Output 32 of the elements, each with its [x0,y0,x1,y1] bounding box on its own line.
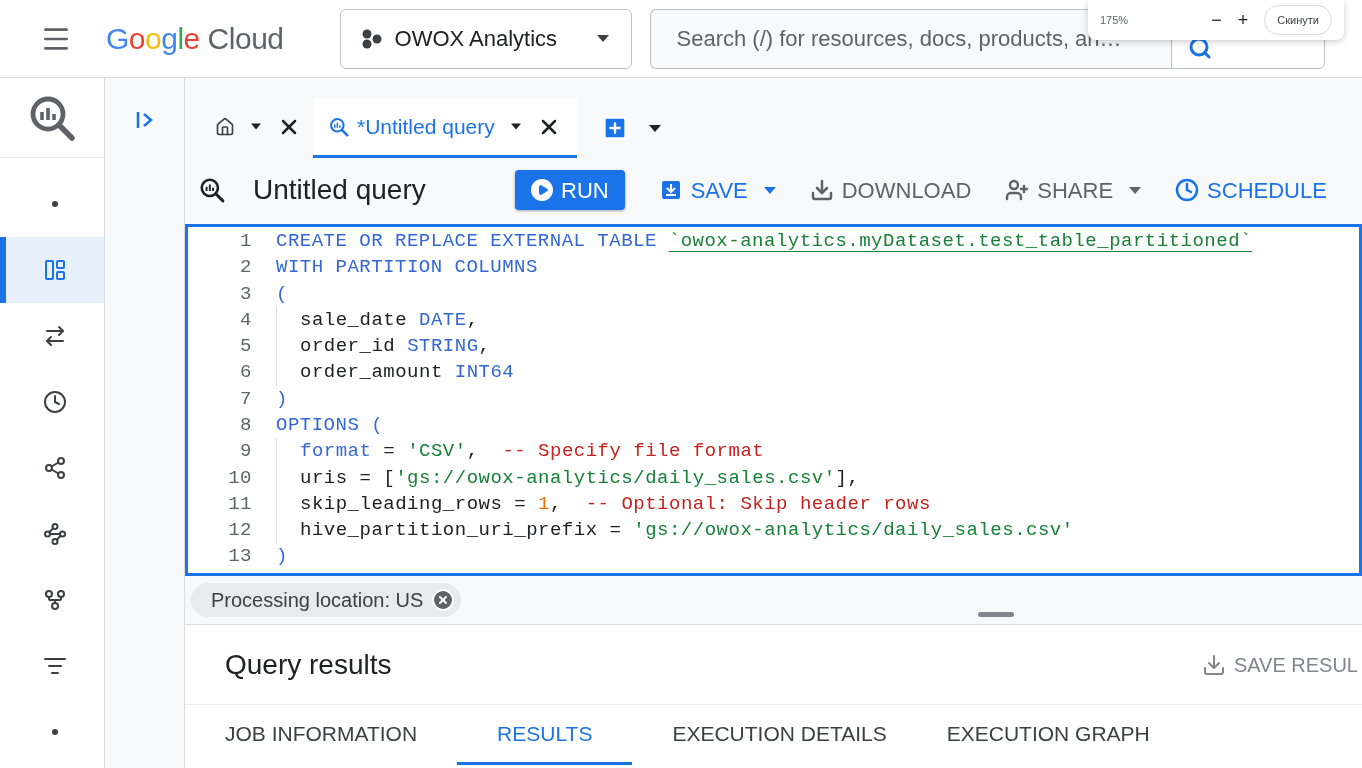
line-number: 5 [239,334,252,360]
line-number: 12 [227,518,252,544]
line-number: 11 [227,491,252,517]
line-number: 7 [239,386,252,412]
code-line: skip_leading_rows = 1, -- Optional: Skip header rows [300,491,931,517]
code-line: ( [276,281,288,307]
code-line: order_id STRING, [300,334,491,360]
query-title: Untitled query [253,173,427,207]
code-line: uris = ['gs://owox-analytics/daily_sales.csv'], [300,465,860,491]
code-line: order_amount INT64 [300,360,515,386]
code-line: sale_date DATE, [300,307,479,333]
code-line: ) [276,386,288,412]
code-line: CREATE OR REPLACE EXTERNAL TABLE `owox-analytics.myDataset.test_table_partitioned` [276,228,1252,254]
line-number: 9 [239,439,252,465]
line-number: 4 [239,307,252,333]
location-chip: Processing location: US [191,583,462,617]
code-line: OPTIONS ( [276,413,384,438]
line-number: 8 [239,413,252,438]
results-title: Query results [225,647,392,682]
zoom-level: 175% [1100,12,1130,28]
line-number: 3 [239,281,252,307]
code-line: hive_partition_uri_prefix = 'gs://owox-analytics/daily_sales.csv' [300,518,1074,544]
code-line: ) [276,544,288,570]
code-line: format = 'CSV', -- Specify file format [300,439,765,465]
google-cloud-logo: Google Cloud [106,21,284,57]
code-line: WITH PARTITION COLUMNS [276,255,538,281]
tab-label: *Untitled query [357,113,495,140]
line-number: 13 [227,544,252,570]
line-number: 2 [239,255,252,281]
line-number: 10 [227,465,252,491]
line-number: 6 [239,360,252,386]
line-number: 1 [239,228,252,254]
